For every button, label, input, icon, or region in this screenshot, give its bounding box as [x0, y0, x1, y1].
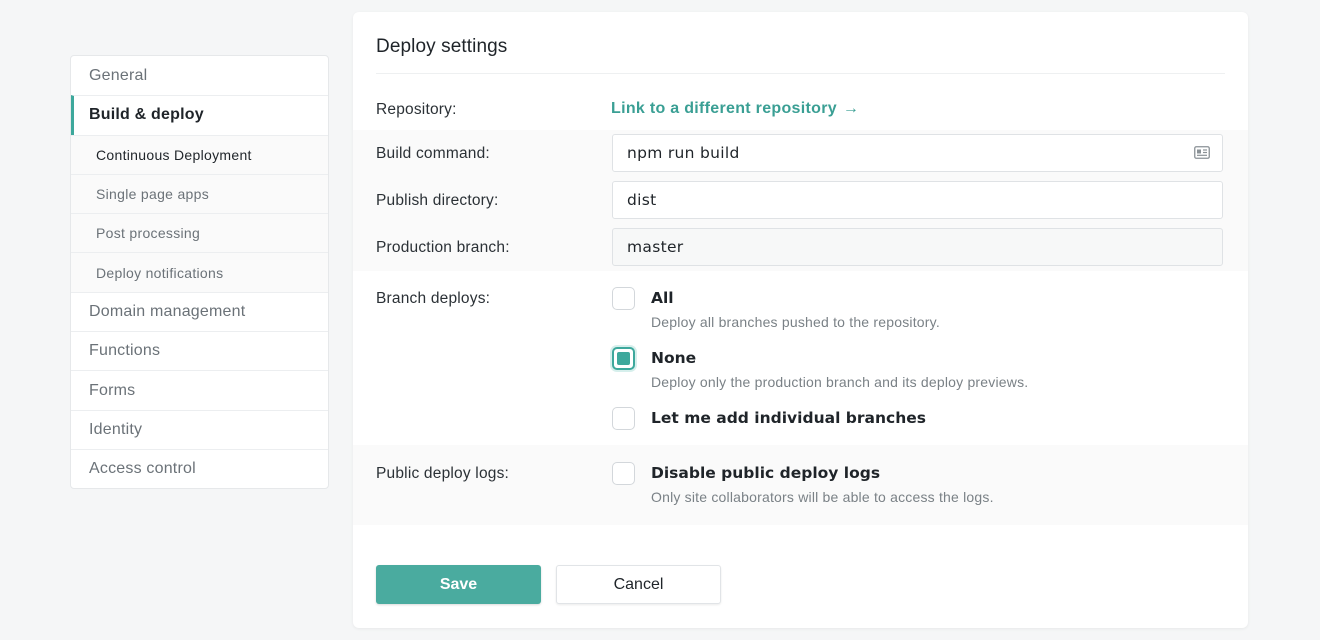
sidebar-item-build-deploy[interactable]: Build & deploy [71, 95, 328, 135]
sidebar-item-forms[interactable]: Forms [71, 370, 328, 409]
publish-directory-label: Publish directory: [376, 192, 499, 209]
link-different-repository[interactable]: Link to a different repository → [611, 100, 859, 118]
option-individual-title: Let me add individual branches [651, 409, 926, 427]
disable-logs-title: Disable public deploy logs [651, 464, 881, 482]
sidebar-item-functions[interactable]: Functions [71, 331, 328, 370]
contact-card-icon[interactable] [1194, 146, 1210, 159]
save-button[interactable]: Save [376, 565, 541, 604]
production-branch-label: Production branch: [376, 239, 510, 256]
option-none-title: None [651, 349, 697, 367]
sidebar-item-identity[interactable]: Identity [71, 409, 328, 449]
build-command-input[interactable]: npm run build [612, 134, 1223, 172]
production-branch-value: master [627, 238, 684, 256]
option-all-desc: Deploy all branches pushed to the reposi… [651, 314, 940, 330]
checkbox-none[interactable] [612, 347, 635, 370]
public-deploy-logs-label: Public deploy logs: [376, 465, 510, 482]
title-divider [376, 73, 1225, 74]
card-title: Deploy settings [376, 36, 508, 57]
sidebar-subitem-continuous-deployment[interactable]: Continuous Deployment [71, 134, 328, 174]
publish-directory-input[interactable]: dist [612, 181, 1223, 219]
disable-logs-desc: Only site collaborators will be able to … [651, 489, 994, 505]
publish-directory-value: dist [627, 191, 657, 209]
sidebar-item-domain-management[interactable]: Domain management [71, 291, 328, 331]
repository-label: Repository: [376, 101, 457, 118]
option-all-title: All [651, 289, 674, 307]
logs-row-background [353, 445, 1248, 525]
arrow-right-icon: → [842, 100, 860, 117]
branch-deploys-label: Branch deploys: [376, 290, 491, 307]
checkbox-individual[interactable] [612, 407, 635, 430]
settings-sidebar: General Build & deploy Continuous Deploy… [70, 55, 329, 490]
checkbox-disable-logs[interactable] [612, 462, 635, 485]
sidebar-subitem-post-processing[interactable]: Post processing [71, 213, 328, 253]
sidebar-item-general[interactable]: General [71, 56, 328, 95]
build-command-value: npm run build [627, 144, 740, 162]
link-text: Link to a different repository [611, 100, 837, 117]
build-command-label: Build command: [376, 145, 490, 162]
deploy-settings-card: Deploy settings Repository: Link to a di… [353, 12, 1248, 628]
production-branch-input[interactable]: master [612, 228, 1223, 266]
cancel-button[interactable]: Cancel [556, 565, 721, 604]
checkbox-all[interactable] [612, 287, 635, 310]
option-none-desc: Deploy only the production branch and it… [651, 374, 1029, 390]
sidebar-subitem-deploy-notifications[interactable]: Deploy notifications [71, 252, 328, 292]
sidebar-subitem-single-page-apps[interactable]: Single page apps [71, 173, 328, 214]
sidebar-item-access-control[interactable]: Access control [71, 448, 328, 488]
